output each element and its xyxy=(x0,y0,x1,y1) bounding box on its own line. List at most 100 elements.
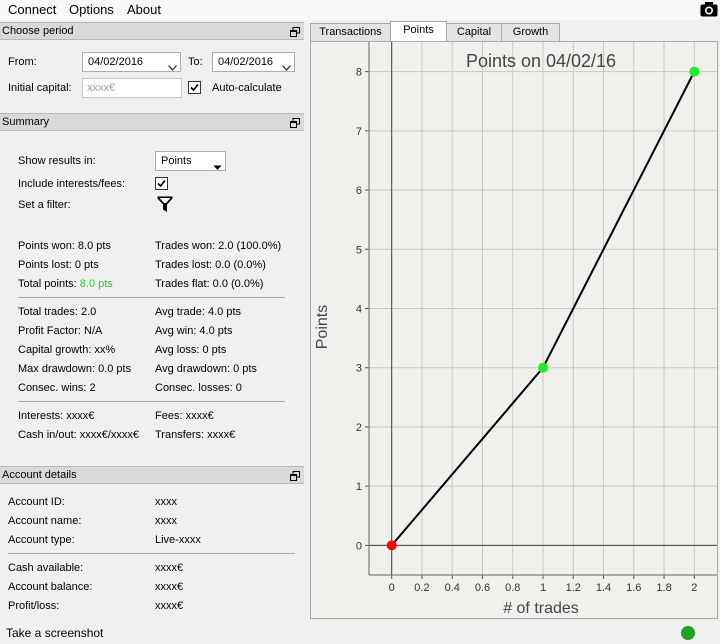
y-tick-label: 4 xyxy=(356,304,362,316)
checkmark-icon xyxy=(190,83,199,92)
x-tick-label: 1 xyxy=(540,582,546,594)
auto-calculate-label: Auto-calculate xyxy=(212,82,282,94)
account-balance-value: xxxx€ xyxy=(155,581,184,593)
x-tick-label: 0.2 xyxy=(414,582,429,594)
y-tick-label: 2 xyxy=(356,422,362,434)
show-results-value: Points xyxy=(161,155,192,167)
summary-title: Summary xyxy=(2,116,50,128)
checkmark-icon xyxy=(157,179,166,188)
show-results-select[interactable]: Points xyxy=(155,151,226,171)
camera-icon[interactable] xyxy=(700,1,718,18)
consec-wins: Consec. wins: 2 xyxy=(18,382,96,394)
from-date-select[interactable]: 04/02/2016 xyxy=(82,52,181,72)
show-results-label: Show results in: xyxy=(18,155,96,167)
menu-about[interactable]: About xyxy=(127,2,161,17)
account-name-label: Account name: xyxy=(8,515,82,527)
x-axis-label: # of trades xyxy=(503,600,579,617)
profit-loss-label: Profit/loss: xyxy=(8,600,60,612)
to-label: To: xyxy=(188,56,203,68)
total-points-label: Total points: xyxy=(18,278,77,290)
initial-capital-input[interactable]: xxxx€ xyxy=(82,78,182,98)
account-details-title: Account details xyxy=(2,469,77,481)
divider xyxy=(18,297,285,298)
divider xyxy=(18,401,285,402)
x-tick-label: 0.8 xyxy=(505,582,520,594)
x-tick-label: 0.6 xyxy=(475,582,490,594)
transfers: Transfers: xxxx€ xyxy=(155,429,236,441)
tab-capital[interactable]: Capital xyxy=(446,23,502,41)
points-lost: Points lost: 0 pts xyxy=(18,259,99,271)
cash-available-value: xxxx€ xyxy=(155,562,184,574)
divider xyxy=(8,553,295,554)
menu-bar: Connect Options About xyxy=(0,0,720,20)
tab-points[interactable]: Points xyxy=(390,21,447,42)
float-panel-icon[interactable] xyxy=(290,117,300,128)
x-tick-label: 1.2 xyxy=(566,582,581,594)
total-trades: Total trades: 2.0 xyxy=(18,306,97,318)
menu-connect[interactable]: Connect xyxy=(8,2,56,17)
tab-transactions[interactable]: Transactions xyxy=(310,23,391,41)
float-panel-icon[interactable] xyxy=(290,470,300,481)
data-point xyxy=(538,362,548,373)
x-tick-label: 0 xyxy=(389,582,395,594)
tab-growth[interactable]: Growth xyxy=(501,23,560,41)
chevron-down-icon xyxy=(282,59,291,71)
to-date-select[interactable]: 04/02/2016 xyxy=(212,52,295,72)
from-date-value: 04/02/2016 xyxy=(88,56,144,68)
trades-lost: Trades lost: 0.0 (0.0%) xyxy=(155,259,266,271)
y-tick-label: 0 xyxy=(356,540,362,552)
set-filter-label: Set a filter: xyxy=(18,199,71,211)
fees: Fees: xxxx€ xyxy=(155,410,214,422)
chart-title: Points on 04/02/16 xyxy=(466,51,616,71)
include-fees-checkbox[interactable] xyxy=(155,177,168,190)
profit-factor: Profit Factor: N/A xyxy=(18,325,103,337)
initial-capital-label: Initial capital: xyxy=(8,82,72,94)
chevron-down-icon xyxy=(168,59,177,71)
choose-period-header: Choose period xyxy=(0,22,304,40)
account-name-value: xxxx xyxy=(155,515,177,527)
points-won: Points won: 8.0 pts xyxy=(18,240,111,252)
float-panel-icon[interactable] xyxy=(290,26,300,37)
account-id-label: Account ID: xyxy=(8,496,65,508)
account-details-header: Account details xyxy=(0,466,304,484)
y-tick-label: 5 xyxy=(356,244,362,256)
max-drawdown: Max drawdown: 0.0 pts xyxy=(18,363,132,375)
account-type-value: Live-xxxx xyxy=(155,534,201,546)
avg-win: Avg win: 4.0 pts xyxy=(155,325,233,337)
include-fees-label: Include interests/fees: xyxy=(18,178,126,190)
account-balance-label: Account balance: xyxy=(8,581,93,593)
data-point xyxy=(689,66,700,77)
summary-header: Summary xyxy=(0,113,304,131)
status-text: Take a screenshot xyxy=(6,626,104,640)
y-tick-label: 7 xyxy=(356,126,362,138)
points-chart: 0 0.2 0.4 0.6 0.8 1 1.2 1.4 1.6 1.8 2 0 1 2 3 4 5 6 7 8 Poin… xyxy=(314,42,717,617)
avg-loss: Avg loss: 0 pts xyxy=(155,344,227,356)
to-date-value: 04/02/2016 xyxy=(218,56,274,68)
y-tick-label: 8 xyxy=(356,67,362,79)
consec-losses: Consec. losses: 0 xyxy=(155,382,242,394)
menu-options[interactable]: Options xyxy=(69,2,114,17)
cash-in-out: Cash in/out: xxxx€/xxxx€ xyxy=(18,429,140,441)
avg-drawdown: Avg drawdown: 0 pts xyxy=(155,363,257,375)
connection-status-indicator xyxy=(681,626,695,640)
capital-growth: Capital growth: xx% xyxy=(18,344,116,356)
x-tick-label: 1.6 xyxy=(626,582,641,594)
account-type-label: Account type: xyxy=(8,534,75,546)
x-tick-label: 0.4 xyxy=(445,582,460,594)
account-id-value: xxxx xyxy=(155,496,177,508)
trades-flat: Trades flat: 0.0 (0.0%) xyxy=(155,278,264,290)
choose-period-title: Choose period xyxy=(2,25,74,37)
from-label: From: xyxy=(8,56,37,68)
total-points: Total points: 8.0 pts xyxy=(18,278,113,290)
x-tick-label: 1.8 xyxy=(656,582,671,594)
filter-icon[interactable] xyxy=(157,196,173,216)
interests: Interests: xxxx€ xyxy=(18,410,95,422)
avg-trade: Avg trade: 4.0 pts xyxy=(155,306,242,318)
cash-available-label: Cash available: xyxy=(8,562,84,574)
x-tick-label: 1.4 xyxy=(596,582,611,594)
total-points-value: 8.0 pts xyxy=(79,278,113,290)
caret-down-icon xyxy=(213,159,222,170)
y-tick-label: 1 xyxy=(356,481,362,493)
y-axis-label: Points xyxy=(314,305,331,349)
auto-calculate-checkbox[interactable] xyxy=(188,81,201,94)
